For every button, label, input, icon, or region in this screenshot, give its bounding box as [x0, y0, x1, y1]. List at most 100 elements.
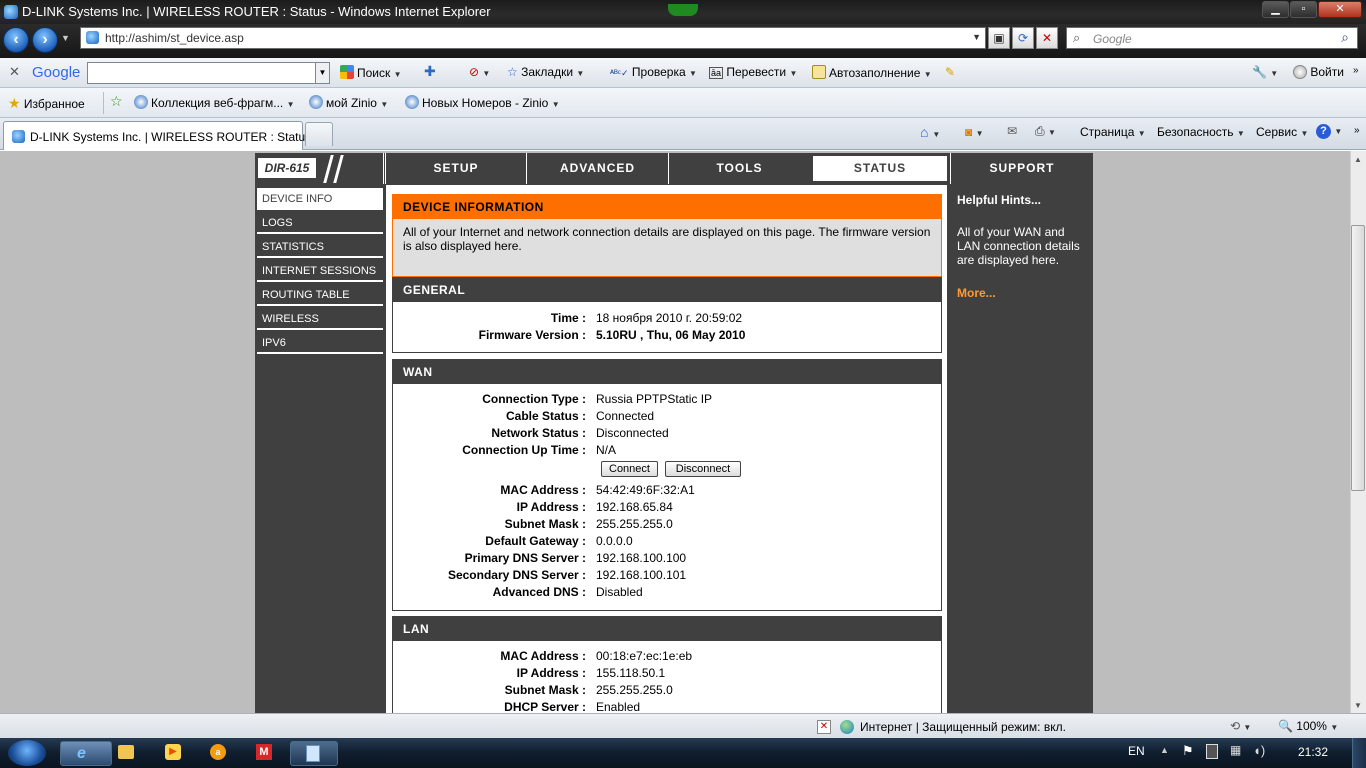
add-favorite-icon[interactable]: ☆ [110, 93, 123, 110]
mail-icon[interactable]: ✉ [1007, 124, 1017, 138]
signin-button[interactable]: Войти [1293, 65, 1344, 79]
close-toolbar-icon[interactable]: ✕ [9, 64, 20, 80]
tab-status[interactable]: STATUS [810, 153, 950, 184]
scroll-up-icon[interactable]: ▲ [1354, 155, 1362, 164]
hints-more-link[interactable]: More... [957, 286, 996, 300]
fav-item-zinio[interactable]: мой Zinio ▼ [309, 95, 388, 110]
model-banner: DIR-615 [255, 153, 384, 184]
table-row: IP Address :192.168.65.84 [516, 500, 673, 514]
popup-blocked-icon[interactable]: ✕ [817, 720, 831, 734]
forward-button[interactable]: › [32, 27, 58, 53]
google-g-icon [340, 65, 354, 79]
translate-button[interactable]: āa Перевести ▼ [709, 65, 797, 79]
add-button-icon[interactable]: ✚ [424, 63, 436, 80]
autofill-button[interactable]: Автозаполнение ▼ [812, 65, 932, 80]
taskbar-notepad[interactable] [290, 741, 338, 766]
zoom-level[interactable]: 🔍 100% ▼ [1278, 719, 1338, 733]
tools-menu[interactable]: Сервис ▼ [1256, 125, 1308, 139]
safety-menu[interactable]: Безопасность ▼ [1157, 125, 1245, 139]
commandbar-overflow-icon[interactable]: » [1354, 125, 1360, 136]
popup-blocker-icon[interactable]: ⊘ ▼ [469, 65, 490, 79]
stop-icon[interactable]: ✕ [1036, 27, 1058, 49]
scrollbar-thumb[interactable] [1351, 225, 1365, 491]
compat-view-icon[interactable]: ▣ [988, 27, 1010, 49]
print-icon[interactable]: ⎙ ▼ [1035, 124, 1056, 139]
google-logo: Google [32, 64, 81, 81]
page-icon [86, 31, 99, 44]
explorer-folder-icon[interactable] [118, 745, 134, 759]
network-icon[interactable]: ▦ [1230, 743, 1241, 757]
status-bar: ✕ Интернет | Защищенный режим: вкл. ⟲ ▼ … [0, 713, 1366, 738]
nav-device-info[interactable]: DEVICE INFO [257, 188, 383, 210]
window-title: D-LINK Systems Inc. | WIRELESS ROUTER : … [22, 4, 491, 19]
media-player-icon[interactable]: ▶ [165, 744, 181, 760]
bookmarks-button[interactable]: ☆ Закладки ▼ [507, 65, 584, 79]
new-tab-button[interactable] [305, 122, 333, 146]
nav-ipv6[interactable]: IPV6 [257, 332, 383, 354]
url-text: http://ashim/st_device.asp [105, 31, 244, 45]
page-viewport: DIR-615 SETUP ADVANCED TOOLS STATUS SUPP… [0, 151, 1350, 713]
ie-logo-icon: e [77, 745, 86, 762]
title-bar: D-LINK Systems Inc. | WIRELESS ROUTER : … [0, 0, 1366, 24]
aimp-icon[interactable]: a [210, 744, 226, 760]
toolbar-overflow-icon[interactable]: » [1353, 65, 1359, 76]
page-menu[interactable]: Страница ▼ [1080, 125, 1146, 139]
show-desktop-button[interactable] [1352, 738, 1366, 768]
tab-setup[interactable]: SETUP [385, 153, 526, 184]
table-row: Firmware Version :5.10RU , Thu, 06 May 2… [478, 328, 746, 342]
nav-logs[interactable]: LOGS [257, 212, 383, 234]
protected-mode-icon[interactable]: ⟲ ▼ [1230, 719, 1251, 733]
clock[interactable]: 21:32 [1298, 745, 1328, 759]
general-section: GENERAL Time :18 ноября 2010 г. 20:59:02… [392, 277, 942, 353]
nav-routing-table[interactable]: ROUTING TABLE [257, 284, 383, 306]
fav-item-webslices[interactable]: Коллекция веб-фрагм... ▼ [134, 95, 295, 110]
ie-page-icon [309, 95, 323, 109]
search-field[interactable]: ⌕ Google ⌕ [1066, 27, 1358, 49]
url-dropdown-icon[interactable]: ▼ [972, 32, 981, 42]
google-toolbar: ✕ Google ▼ Поиск ▼ ✚ ⊘ ▼ ☆ Закладки ▼ ᴬᴮ… [0, 58, 1366, 88]
favorites-button[interactable]: ★ Избранное [8, 95, 85, 112]
tab-dlink-status[interactable]: D-LINK Systems Inc. | WIRELESS ROUTER : … [3, 121, 311, 150]
nav-wireless[interactable]: WIRELESS [257, 308, 383, 330]
tab-tools[interactable]: TOOLS [668, 153, 810, 184]
settings-wrench-icon[interactable]: 🔧 ▼ [1252, 65, 1278, 79]
highlighter-icon[interactable]: ✎ [945, 65, 955, 79]
m-app-icon[interactable]: M [256, 744, 272, 760]
minimize-button[interactable]: ▁ [1262, 1, 1289, 18]
disconnect-button[interactable]: Disconnect [665, 461, 741, 477]
history-dropdown-icon[interactable]: ▼ [61, 33, 70, 43]
rss-icon[interactable]: ◙ ▼ [965, 125, 984, 139]
nav-internet-sessions[interactable]: INTERNET SESSIONS [257, 260, 383, 282]
google-search-input[interactable] [87, 62, 316, 84]
tray-expand-icon[interactable]: ▲ [1160, 745, 1169, 755]
tab-advanced[interactable]: ADVANCED [526, 153, 668, 184]
table-row: Subnet Mask :255.255.255.0 [504, 683, 673, 697]
notepad-icon [306, 745, 320, 762]
device-icon[interactable] [1206, 744, 1218, 759]
table-row: Network Status : Disconnected [491, 426, 669, 440]
refresh-icon[interactable]: ⟳ [1012, 27, 1034, 49]
home-icon[interactable]: ⌂ ▼ [920, 124, 940, 140]
maximize-button[interactable]: ▫ [1290, 1, 1317, 18]
google-search-dropdown-icon[interactable]: ▼ [315, 62, 330, 84]
scroll-down-icon[interactable]: ▼ [1354, 701, 1362, 710]
tab-support[interactable]: SUPPORT [950, 153, 1093, 184]
search-go-icon[interactable]: ⌕ [1341, 29, 1349, 46]
table-row: Default Gateway :0.0.0.0 [485, 534, 633, 548]
fav-item-zinio-new[interactable]: Новых Номеров - Zinio ▼ [405, 95, 560, 110]
help-icon[interactable]: ? ▼ [1316, 123, 1342, 139]
nav-statistics[interactable]: STATISTICS [257, 236, 383, 258]
volume-icon[interactable]: ◖) [1253, 743, 1265, 758]
start-button[interactable] [8, 740, 46, 766]
action-center-flag-icon[interactable]: ⚑ [1182, 743, 1194, 759]
back-button[interactable]: ‹ [3, 27, 29, 53]
tab-label: D-LINK Systems Inc. | WIRELESS ROUTER : … [30, 130, 312, 144]
spellcheck-button[interactable]: ᴬᴮᶜ✓ Проверка ▼ [610, 65, 697, 79]
language-indicator[interactable]: EN [1128, 744, 1145, 758]
taskbar-ie[interactable]: e [60, 741, 112, 766]
url-field[interactable]: http://ashim/st_device.asp ▼ [80, 27, 986, 49]
close-button[interactable]: ✕ [1318, 1, 1362, 18]
section-title: WAN [393, 360, 941, 384]
connect-button[interactable]: Connect [601, 461, 658, 477]
google-search-button[interactable]: Поиск ▼ [340, 65, 402, 80]
